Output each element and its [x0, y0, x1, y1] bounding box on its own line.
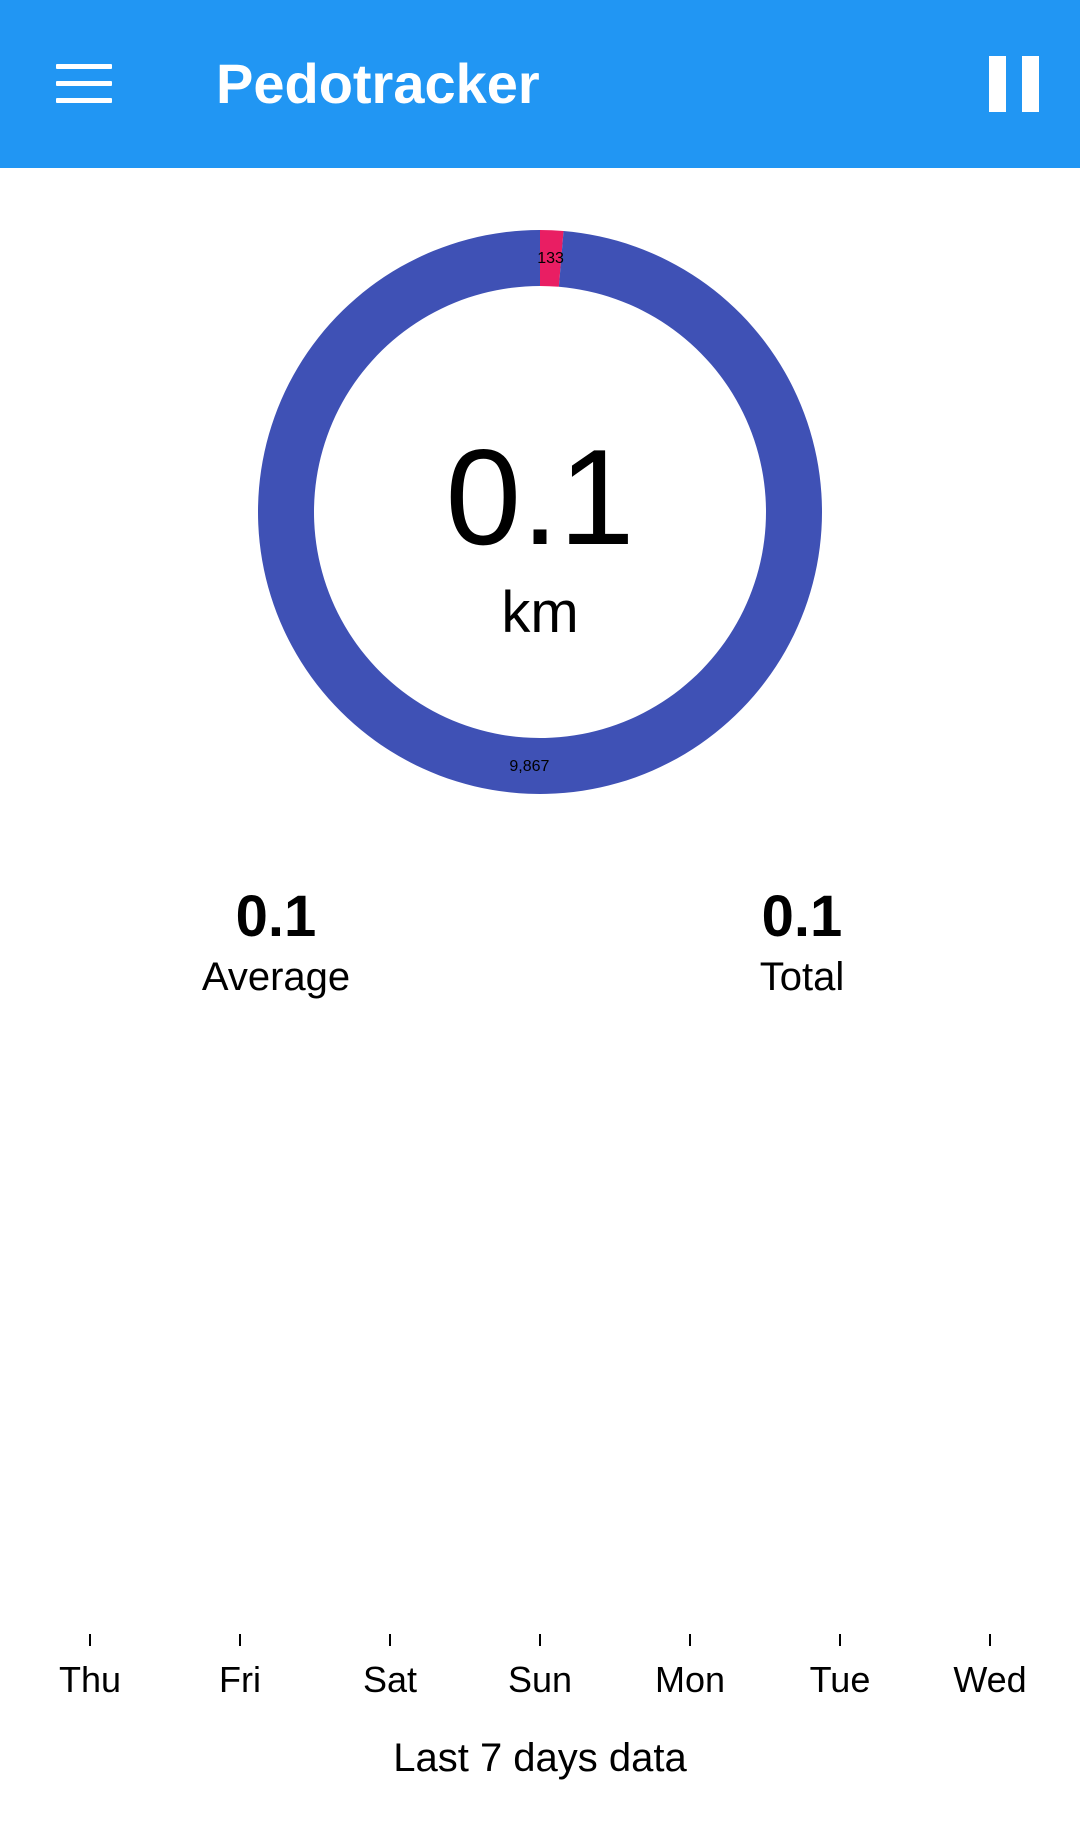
average-value: 0.1: [235, 884, 317, 949]
pause-icon: [989, 56, 1039, 112]
x-tick-label-thu: Thu: [59, 1659, 121, 1700]
x-tick-label-mon: Mon: [655, 1659, 725, 1700]
app-bar: Pedotracker: [0, 0, 1080, 168]
total-value: 0.1: [761, 884, 843, 949]
average-label: Average: [201, 955, 351, 999]
chart-caption: Last 7 days data: [393, 1736, 687, 1780]
x-tick-label-fri: Fri: [219, 1659, 261, 1700]
distance-donut-chart: 133 9,867 0.1 km: [258, 230, 822, 795]
distance-unit: km: [501, 580, 578, 645]
donut-slice-label-1: 9,867: [509, 758, 549, 775]
hamburger-menu-icon: [56, 64, 112, 104]
app-title: Pedotracker: [216, 52, 540, 115]
pause-button[interactable]: [966, 36, 1062, 132]
x-tick-label-tue: Tue: [810, 1659, 871, 1700]
weekly-bar-chart: Thu Fri Sat Sun Mon Tue Wed: [59, 1634, 1027, 1700]
x-tick-label-wed: Wed: [953, 1659, 1026, 1700]
average-stat: 0.1 Average: [126, 882, 426, 1002]
x-tick-label-sat: Sat: [363, 1659, 417, 1700]
donut-slice-label-0: 133: [537, 250, 564, 267]
total-stat: 0.1 Total: [652, 882, 952, 1002]
distance-value: 0.1: [445, 421, 634, 573]
total-label: Total: [759, 955, 845, 999]
x-tick-label-sun: Sun: [508, 1659, 572, 1700]
menu-button[interactable]: [36, 36, 132, 132]
